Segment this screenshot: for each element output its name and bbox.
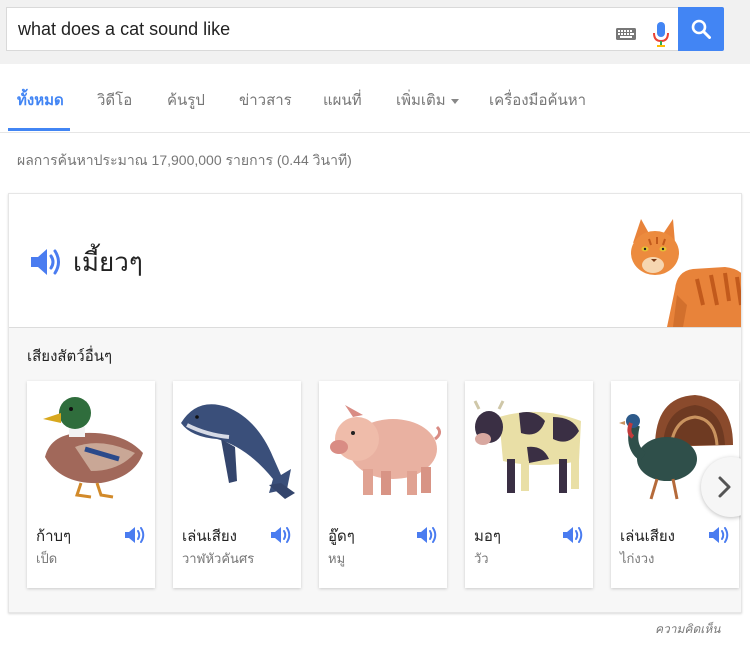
- animal-card-cow[interactable]: มอๆ วัว: [465, 381, 593, 588]
- speaker-icon[interactable]: [270, 525, 292, 545]
- animal-name: ไก่งวง: [620, 551, 655, 566]
- tab-all[interactable]: ทั้งหมด: [17, 88, 64, 112]
- speaker-icon[interactable]: [29, 247, 63, 277]
- result-stats: ผลการค้นหาประมาณ 17,900,000 รายการ (0.44…: [17, 152, 352, 168]
- tab-videos[interactable]: วิดีโอ: [97, 88, 132, 112]
- speaker-icon[interactable]: [708, 525, 730, 545]
- tab-maps[interactable]: แผนที่: [323, 88, 362, 112]
- answer-header: เมี้ยวๆ: [9, 194, 741, 328]
- search-tabs: ทั้งหมด วิดีโอ ค้นรูป ข่าวสาร แผนที่ เพิ…: [0, 64, 750, 133]
- answer-title: เมี้ยวๆ: [73, 247, 143, 277]
- tab-more[interactable]: เพิ่มเติม: [396, 88, 459, 112]
- animal-card-duck[interactable]: ก้าบๆ เป็ด: [27, 381, 155, 588]
- tab-more-label: เพิ่มเติม: [396, 92, 446, 109]
- animal-name: วัว: [474, 551, 489, 566]
- animal-name: หมู: [328, 551, 346, 566]
- other-sounds-label: เสียงสัตว์อื่นๆ: [27, 348, 113, 365]
- chevron-down-icon: [450, 98, 459, 104]
- search-button[interactable]: [678, 7, 724, 51]
- animal-card-pig[interactable]: อู๊ดๆ หมู: [319, 381, 447, 588]
- animal-sound-name: อู๊ดๆ: [328, 528, 355, 545]
- animal-sound-name: เล่นเสียง: [182, 528, 237, 545]
- speaker-icon[interactable]: [124, 525, 146, 545]
- microphone-icon[interactable]: [652, 22, 670, 48]
- active-tab-indicator: [8, 128, 70, 131]
- cow-image: [473, 400, 581, 493]
- answer-card: เมี้ยวๆ เสียงสัตว์อื่นๆ ก้าบๆ เป็ด เล่นเ…: [8, 193, 742, 613]
- keyboard-icon[interactable]: [616, 28, 636, 40]
- chevron-right-icon: [718, 476, 731, 498]
- search-bar: what does a cat sound like: [0, 0, 750, 64]
- tab-news[interactable]: ข่าวสาร: [239, 88, 292, 112]
- pig-image: [330, 405, 442, 495]
- tab-search-tools[interactable]: เครื่องมือค้นหา: [489, 88, 586, 112]
- animal-sound-name: มอๆ: [474, 528, 501, 545]
- search-query[interactable]: what does a cat sound like: [18, 19, 230, 40]
- animal-sound-name: เล่นเสียง: [620, 528, 675, 545]
- cat-image: [631, 219, 741, 327]
- tab-images[interactable]: ค้นรูป: [167, 88, 205, 112]
- search-input[interactable]: what does a cat sound like: [6, 7, 680, 51]
- duck-image: [43, 397, 143, 499]
- animal-sound-name: ก้าบๆ: [36, 528, 72, 545]
- feedback-link[interactable]: ความคิดเห็น: [655, 620, 720, 639]
- search-icon: [691, 19, 711, 39]
- animal-name: วาฬหัวคันศร: [182, 551, 255, 566]
- whale-image: [181, 404, 295, 499]
- speaker-icon[interactable]: [416, 525, 438, 545]
- animal-name: เป็ด: [36, 551, 58, 566]
- animal-card-whale[interactable]: เล่นเสียง วาฬหัวคันศร: [173, 381, 301, 588]
- speaker-icon[interactable]: [562, 525, 584, 545]
